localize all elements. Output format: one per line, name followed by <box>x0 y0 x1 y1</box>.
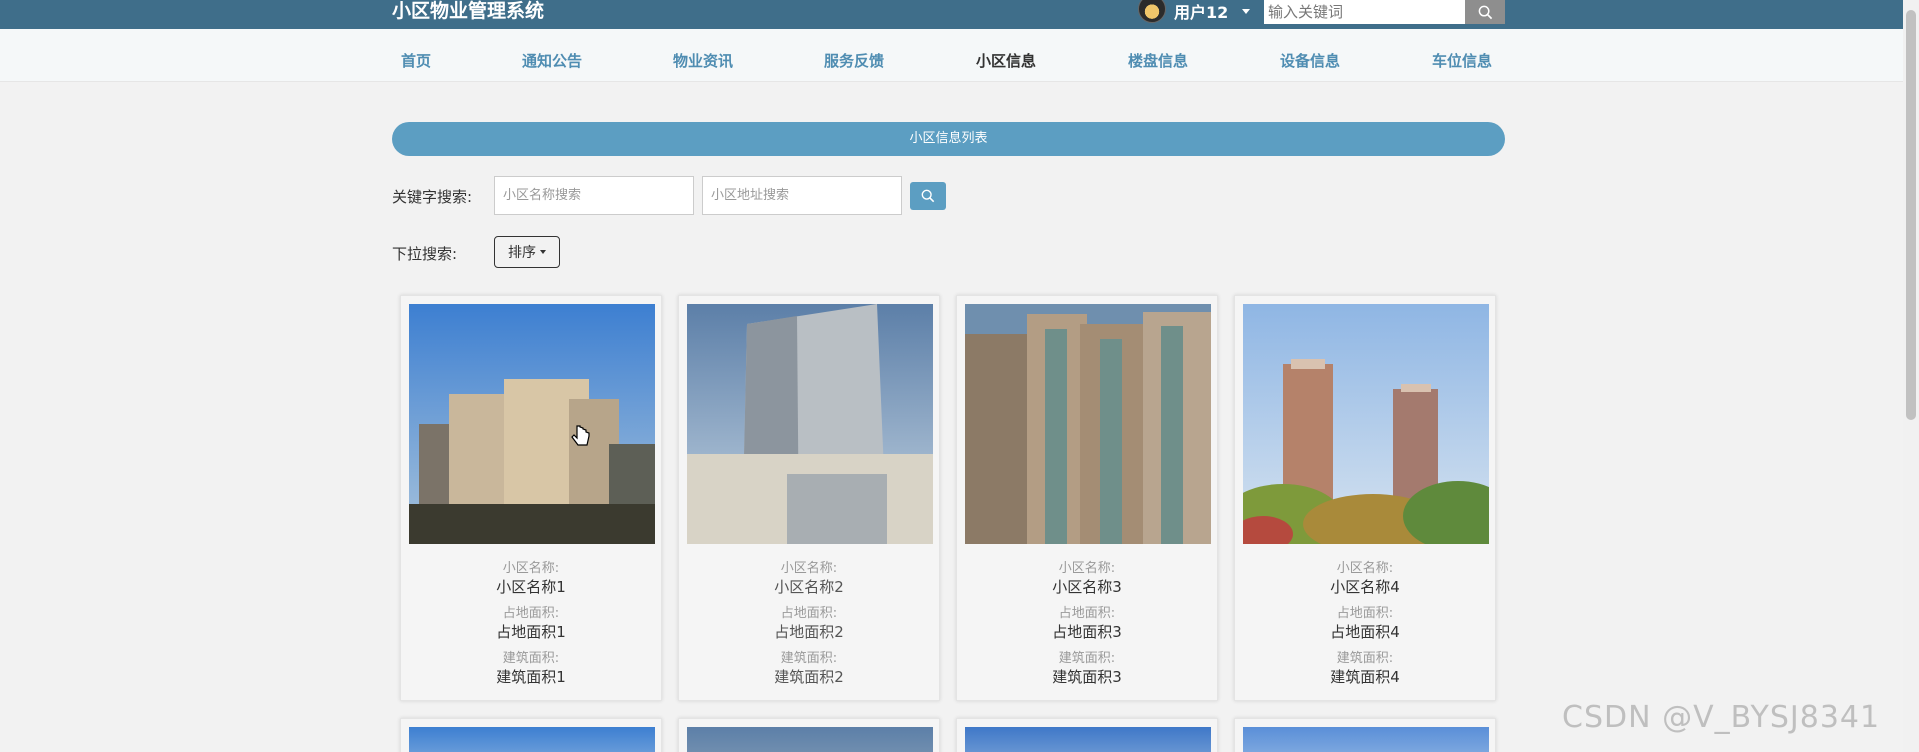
community-photo[interactable] <box>1243 304 1489 544</box>
top-header-bar: 小区物业管理系统 用户12 <box>0 0 1903 29</box>
card-name-value: 小区名称4 <box>1330 578 1400 596</box>
card-name-value: 小区名称1 <box>496 578 566 596</box>
community-card[interactable]: 小区名称: 小区名称4 占地面积: 占地面积4 建筑面积: 建筑面积4 <box>1234 295 1496 701</box>
community-photo[interactable] <box>965 304 1211 544</box>
community-card[interactable]: 小区名称: 小区名称1 占地面积: 占地面积1 建筑面积: 建筑面积1 <box>400 295 662 701</box>
card-build-value: 建筑面积3 <box>1052 668 1122 686</box>
nav-news[interactable]: 物业资讯 <box>673 50 733 71</box>
community-card[interactable]: 小区名称: 小区名称2 占地面积: 占地面积2 建筑面积: 建筑面积2 <box>678 295 940 701</box>
card-land-value: 占地面积1 <box>496 623 566 641</box>
chevron-down-icon[interactable] <box>1242 8 1251 14</box>
card-build-key: 建筑面积: <box>1058 651 1116 666</box>
search-icon <box>1478 5 1492 19</box>
keyword-search-label: 关键字搜索: <box>392 188 473 206</box>
keyword-search-input[interactable] <box>1264 0 1465 24</box>
card-build-value: 建筑面积2 <box>774 668 844 686</box>
card-name-key: 小区名称: <box>1058 561 1116 576</box>
nav-feedback[interactable]: 服务反馈 <box>824 50 884 71</box>
list-title-bar: 小区信息列表 <box>392 122 1505 156</box>
card-land-key: 占地面积: <box>1336 606 1394 621</box>
community-card[interactable] <box>956 718 1218 752</box>
nav-building-info[interactable]: 楼盘信息 <box>1128 50 1188 71</box>
card-build-value: 建筑面积1 <box>496 668 566 686</box>
card-land-value: 占地面积3 <box>1052 623 1122 641</box>
community-card[interactable] <box>678 718 940 752</box>
card-land-value: 占地面积4 <box>1330 623 1400 641</box>
nav-community-info[interactable]: 小区信息 <box>976 50 1036 71</box>
community-photo[interactable] <box>409 727 655 752</box>
scrollbar-thumb[interactable] <box>1906 10 1916 420</box>
nav-equipment-info[interactable]: 设备信息 <box>1280 50 1340 71</box>
community-card[interactable] <box>400 718 662 752</box>
main-nav: 首页 通知公告 物业资讯 服务反馈 小区信息 楼盘信息 设备信息 车位信息 <box>0 29 1903 82</box>
dropdown-search-label: 下拉搜索: <box>392 245 458 263</box>
community-photo[interactable] <box>1243 727 1489 752</box>
card-build-key: 建筑面积: <box>1336 651 1394 666</box>
hand-cursor-icon <box>571 425 590 446</box>
vertical-scrollbar[interactable] <box>1903 0 1919 752</box>
community-name-search-input[interactable] <box>494 176 694 215</box>
community-photo[interactable] <box>965 727 1211 752</box>
card-land-key: 占地面积: <box>780 606 838 621</box>
card-build-value: 建筑面积4 <box>1330 668 1400 686</box>
chevron-down-icon <box>540 250 546 254</box>
card-build-key: 建筑面积: <box>502 651 560 666</box>
card-land-key: 占地面积: <box>502 606 560 621</box>
nav-notices[interactable]: 通知公告 <box>522 50 582 71</box>
nav-parking-info[interactable]: 车位信息 <box>1432 50 1492 71</box>
card-land-value: 占地面积2 <box>774 623 844 641</box>
community-card[interactable]: 小区名称: 小区名称3 占地面积: 占地面积3 建筑面积: 建筑面积3 <box>956 295 1218 701</box>
card-build-key: 建筑面积: <box>780 651 838 666</box>
list-search-button[interactable] <box>910 182 946 210</box>
sort-label: 排序 <box>508 245 536 261</box>
community-photo[interactable] <box>409 304 655 544</box>
nav-home[interactable]: 首页 <box>401 50 431 71</box>
community-photo[interactable] <box>687 304 933 544</box>
card-name-key: 小区名称: <box>780 561 838 576</box>
top-search <box>1264 0 1505 24</box>
user-menu[interactable]: 用户12 <box>1138 0 1251 23</box>
user-name[interactable]: 用户12 <box>1174 0 1228 23</box>
card-name-key: 小区名称: <box>1336 561 1394 576</box>
card-name-value: 小区名称2 <box>774 578 844 596</box>
search-icon <box>921 189 935 203</box>
sort-dropdown-button[interactable]: 排序 <box>494 236 560 268</box>
user-avatar[interactable] <box>1138 0 1166 23</box>
community-photo[interactable] <box>687 727 933 752</box>
card-name-key: 小区名称: <box>502 561 560 576</box>
site-title: 小区物业管理系统 <box>392 0 545 22</box>
search-button[interactable] <box>1465 0 1505 24</box>
card-land-key: 占地面积: <box>1058 606 1116 621</box>
card-name-value: 小区名称3 <box>1052 578 1122 596</box>
community-address-search-input[interactable] <box>702 176 902 215</box>
community-card[interactable] <box>1234 718 1496 752</box>
watermark: CSDN @V_BYSJ8341 <box>1562 700 1881 735</box>
